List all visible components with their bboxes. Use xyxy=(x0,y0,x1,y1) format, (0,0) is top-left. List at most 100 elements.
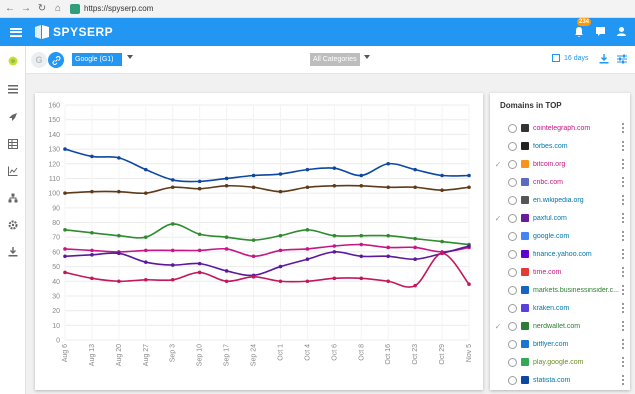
domain-list-item[interactable]: statista.com xyxy=(490,371,630,389)
domain-visibility-toggle-icon[interactable] xyxy=(508,321,517,331)
domain-name[interactable]: forbes.com xyxy=(533,143,623,150)
notifications-bell-icon[interactable]: 234 xyxy=(573,18,592,38)
domain-list-item[interactable]: en.wikipedia.org xyxy=(490,191,630,209)
series-point xyxy=(251,254,256,259)
domains-panel: Domains in TOP cointelegraph.com forbes.c… xyxy=(490,93,630,390)
domain-list-item[interactable]: time.com xyxy=(490,263,630,281)
checkmark-icon[interactable]: ✓ xyxy=(490,214,506,223)
domain-name[interactable]: nerdwallet.com xyxy=(533,323,623,330)
user-account-icon[interactable] xyxy=(616,26,627,39)
domain-visibility-toggle-icon[interactable] xyxy=(508,285,517,295)
domain-visibility-toggle-icon[interactable] xyxy=(508,375,517,385)
more-options-icon[interactable] xyxy=(622,375,624,385)
domain-visibility-toggle-icon[interactable] xyxy=(508,303,517,313)
domain-name[interactable]: cointelegraph.com xyxy=(533,125,623,132)
line-chart-icon[interactable] xyxy=(0,157,26,184)
domain-list-item[interactable]: play.google.com xyxy=(490,353,630,371)
domain-name[interactable]: paxful.com xyxy=(533,215,623,222)
category-chevron-down-icon[interactable] xyxy=(364,55,370,59)
domain-visibility-toggle-icon[interactable] xyxy=(508,177,517,187)
domain-visibility-toggle-icon[interactable] xyxy=(508,267,517,277)
filter-toolbar: G Google (G1) All Categories 16 days xyxy=(26,46,635,74)
search-engine-select[interactable]: Google (G1) xyxy=(72,53,122,66)
settings-sliders-icon[interactable] xyxy=(617,54,627,64)
reload-icon[interactable]: ↻ xyxy=(36,3,48,15)
domain-favicon-icon xyxy=(521,196,529,204)
category-select[interactable]: All Categories xyxy=(310,53,360,66)
engine-toggle-google[interactable]: G xyxy=(31,52,47,68)
series-point xyxy=(90,253,94,257)
brand-logo[interactable]: SPYSERP xyxy=(34,25,113,39)
date-period-picker[interactable]: 16 days xyxy=(552,54,589,62)
domain-list-item[interactable]: kraken.com xyxy=(490,299,630,317)
domain-visibility-toggle-icon[interactable] xyxy=(508,357,517,367)
domain-list-item[interactable]: finance.yahoo.com xyxy=(490,245,630,263)
domain-visibility-toggle-icon[interactable] xyxy=(508,339,517,349)
domain-visibility-toggle-icon[interactable] xyxy=(508,213,517,223)
domain-visibility-toggle-icon[interactable] xyxy=(508,195,517,205)
export-download-icon[interactable] xyxy=(599,54,609,64)
more-options-icon[interactable] xyxy=(622,195,624,205)
gear-icon[interactable] xyxy=(0,211,26,238)
domain-favicon-icon xyxy=(521,376,529,384)
domain-name[interactable]: bitflyer.com xyxy=(533,341,623,348)
list-icon[interactable] xyxy=(0,76,26,103)
domain-visibility-toggle-icon[interactable] xyxy=(508,159,517,169)
domain-name[interactable]: markets.businessinsider.c... xyxy=(533,287,623,294)
domain-list-item[interactable]: forbes.com xyxy=(490,137,630,155)
series-point xyxy=(278,264,283,269)
more-options-icon[interactable] xyxy=(622,321,624,331)
checkmark-icon[interactable]: ✓ xyxy=(490,160,506,169)
domain-list-item[interactable]: cointelegraph.com xyxy=(490,119,630,137)
more-options-icon[interactable] xyxy=(622,231,624,241)
engine-chevron-down-icon[interactable] xyxy=(127,55,133,59)
more-options-icon[interactable] xyxy=(622,123,624,133)
rocket-icon[interactable] xyxy=(0,103,26,130)
more-options-icon[interactable] xyxy=(622,249,624,259)
domain-list-item[interactable]: ✓ bitcoin.org xyxy=(490,155,630,173)
domain-visibility-toggle-icon[interactable] xyxy=(508,249,517,259)
domain-name[interactable]: google.com xyxy=(533,233,623,240)
domain-list-item[interactable]: ✓ nerdwallet.com xyxy=(490,317,630,335)
home-icon[interactable]: ⌂ xyxy=(52,3,64,15)
more-options-icon[interactable] xyxy=(622,267,624,277)
domain-visibility-toggle-icon[interactable] xyxy=(508,231,517,241)
more-options-icon[interactable] xyxy=(622,141,624,151)
domain-name[interactable]: finance.yahoo.com xyxy=(533,251,623,258)
domain-name[interactable]: en.wikipedia.org xyxy=(533,197,623,204)
more-options-icon[interactable] xyxy=(622,285,624,295)
table-icon[interactable] xyxy=(0,130,26,157)
domain-visibility-toggle-icon[interactable] xyxy=(508,141,517,151)
more-options-icon[interactable] xyxy=(622,357,624,367)
menu-icon[interactable] xyxy=(10,27,22,37)
sidebar-project-avatar[interactable] xyxy=(0,46,26,76)
checkmark-icon[interactable]: ✓ xyxy=(490,322,506,331)
rankings-line-chart[interactable]: 0 10 20 30 40 50 60 70 80 90 100 110 120 130 140 150 160… xyxy=(35,93,483,390)
domain-name[interactable]: bitcoin.org xyxy=(533,161,623,168)
domain-name[interactable]: play.google.com xyxy=(533,359,623,366)
domain-visibility-toggle-icon[interactable] xyxy=(508,123,517,133)
domain-name[interactable]: statista.com xyxy=(533,377,623,384)
forward-arrow-icon[interactable]: → xyxy=(20,3,32,15)
more-options-icon[interactable] xyxy=(622,177,624,187)
domain-name[interactable]: kraken.com xyxy=(533,305,623,312)
domain-name[interactable]: cnbc.com xyxy=(533,179,623,186)
more-options-icon[interactable] xyxy=(622,213,624,223)
sitemap-icon[interactable] xyxy=(0,184,26,211)
domain-name[interactable]: time.com xyxy=(533,269,623,276)
domain-list-item[interactable]: markets.businessinsider.c... xyxy=(490,281,630,299)
address-bar[interactable]: https://spyserp.com xyxy=(70,2,153,16)
domain-list-item[interactable]: bitflyer.com xyxy=(490,335,630,353)
domain-favicon-icon xyxy=(521,142,529,150)
series-point xyxy=(413,283,417,288)
download-icon[interactable] xyxy=(0,238,26,265)
messages-icon[interactable] xyxy=(595,26,606,39)
link-toggle[interactable] xyxy=(48,52,64,68)
domain-list-item[interactable]: cnbc.com xyxy=(490,173,630,191)
more-options-icon[interactable] xyxy=(622,303,624,313)
more-options-icon[interactable] xyxy=(622,159,624,169)
domain-list-item[interactable]: google.com xyxy=(490,227,630,245)
domain-list-item[interactable]: ✓ paxful.com xyxy=(490,209,630,227)
back-arrow-icon[interactable]: ← xyxy=(4,3,16,15)
more-options-icon[interactable] xyxy=(622,339,624,349)
